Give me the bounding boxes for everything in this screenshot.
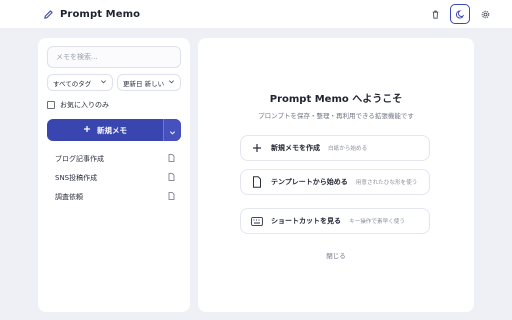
welcome-title: Prompt Memo へようこそ <box>269 94 403 105</box>
create-memo-option[interactable]: 新規メモを作成 白紙から始める <box>240 135 430 161</box>
new-memo-button[interactable]: 新規メモ <box>47 119 181 141</box>
option-label: ショートカットを見る <box>271 217 341 225</box>
sidebar: メモを検索... すべてのタグ 更新日 新しい お気に入りのみ 新規メモ ブログ… <box>38 38 190 312</box>
welcome-subtitle: プロンプトを保存・整理・再利用できる拡張機能です <box>258 112 414 120</box>
list-item[interactable]: 調査依頼 <box>47 187 181 206</box>
new-memo-main[interactable]: 新規メモ <box>47 119 163 141</box>
document-icon[interactable] <box>168 153 175 164</box>
sort-select[interactable]: 更新日 新しい <box>117 74 181 91</box>
chevron-down-icon <box>168 78 175 87</box>
document-icon[interactable] <box>168 172 175 183</box>
option-label: テンプレートから始める <box>271 178 348 186</box>
favorites-checkbox[interactable] <box>47 101 55 109</box>
document-icon <box>251 176 263 188</box>
header-actions <box>426 4 494 24</box>
memo-title: SNS投稿作成 <box>55 173 98 182</box>
favorites-label: お気に入りのみ <box>60 101 109 109</box>
pencil-icon <box>42 8 54 20</box>
memo-title: 調査依頼 <box>55 192 83 201</box>
app-header: Prompt Memo <box>0 0 512 28</box>
chevron-down-icon <box>100 78 107 87</box>
search-placeholder: メモを検索... <box>56 53 98 61</box>
gear-icon[interactable] <box>476 5 494 23</box>
option-label: 新規メモを作成 <box>271 144 320 152</box>
tag-filter-value: すべてのタグ <box>53 79 92 88</box>
list-item[interactable]: ブログ記事作成 <box>47 149 181 168</box>
new-memo-label: 新規メモ <box>97 125 127 135</box>
favorites-filter[interactable]: お気に入りのみ <box>47 100 181 110</box>
new-memo-dropdown[interactable] <box>163 119 181 141</box>
filter-row: すべてのタグ 更新日 新しい <box>47 74 181 91</box>
plus-icon <box>83 125 91 135</box>
list-item[interactable]: SNS投稿作成 <box>47 168 181 187</box>
document-icon[interactable] <box>168 191 175 202</box>
tag-filter-select[interactable]: すべてのタグ <box>47 74 113 91</box>
option-description: キー操作で素早く使う <box>349 219 405 225</box>
search-input[interactable]: メモを検索... <box>47 46 181 68</box>
chevron-down-icon <box>169 121 176 140</box>
app-title: Prompt Memo <box>60 8 141 20</box>
plus-icon <box>251 142 263 154</box>
sort-value: 更新日 新しい <box>123 79 165 88</box>
shortcuts-option[interactable]: ショートカットを見る キー操作で素早く使う <box>240 208 430 234</box>
welcome-panel: Prompt Memo へようこそ プロンプトを保存・整理・再利用できる拡張機能… <box>198 38 474 312</box>
option-description: 白紙から始める <box>328 146 368 152</box>
option-description: 用意されたひな形を使う <box>355 180 418 186</box>
moon-icon[interactable] <box>450 4 470 24</box>
trash-icon[interactable] <box>426 5 444 23</box>
keyboard-icon <box>251 215 263 227</box>
memo-list: ブログ記事作成 SNS投稿作成 調査依頼 <box>47 149 181 206</box>
memo-title: ブログ記事作成 <box>55 154 104 163</box>
template-option[interactable]: テンプレートから始める 用意されたひな形を使う <box>240 169 430 195</box>
close-link[interactable]: 閉じる <box>198 250 474 260</box>
